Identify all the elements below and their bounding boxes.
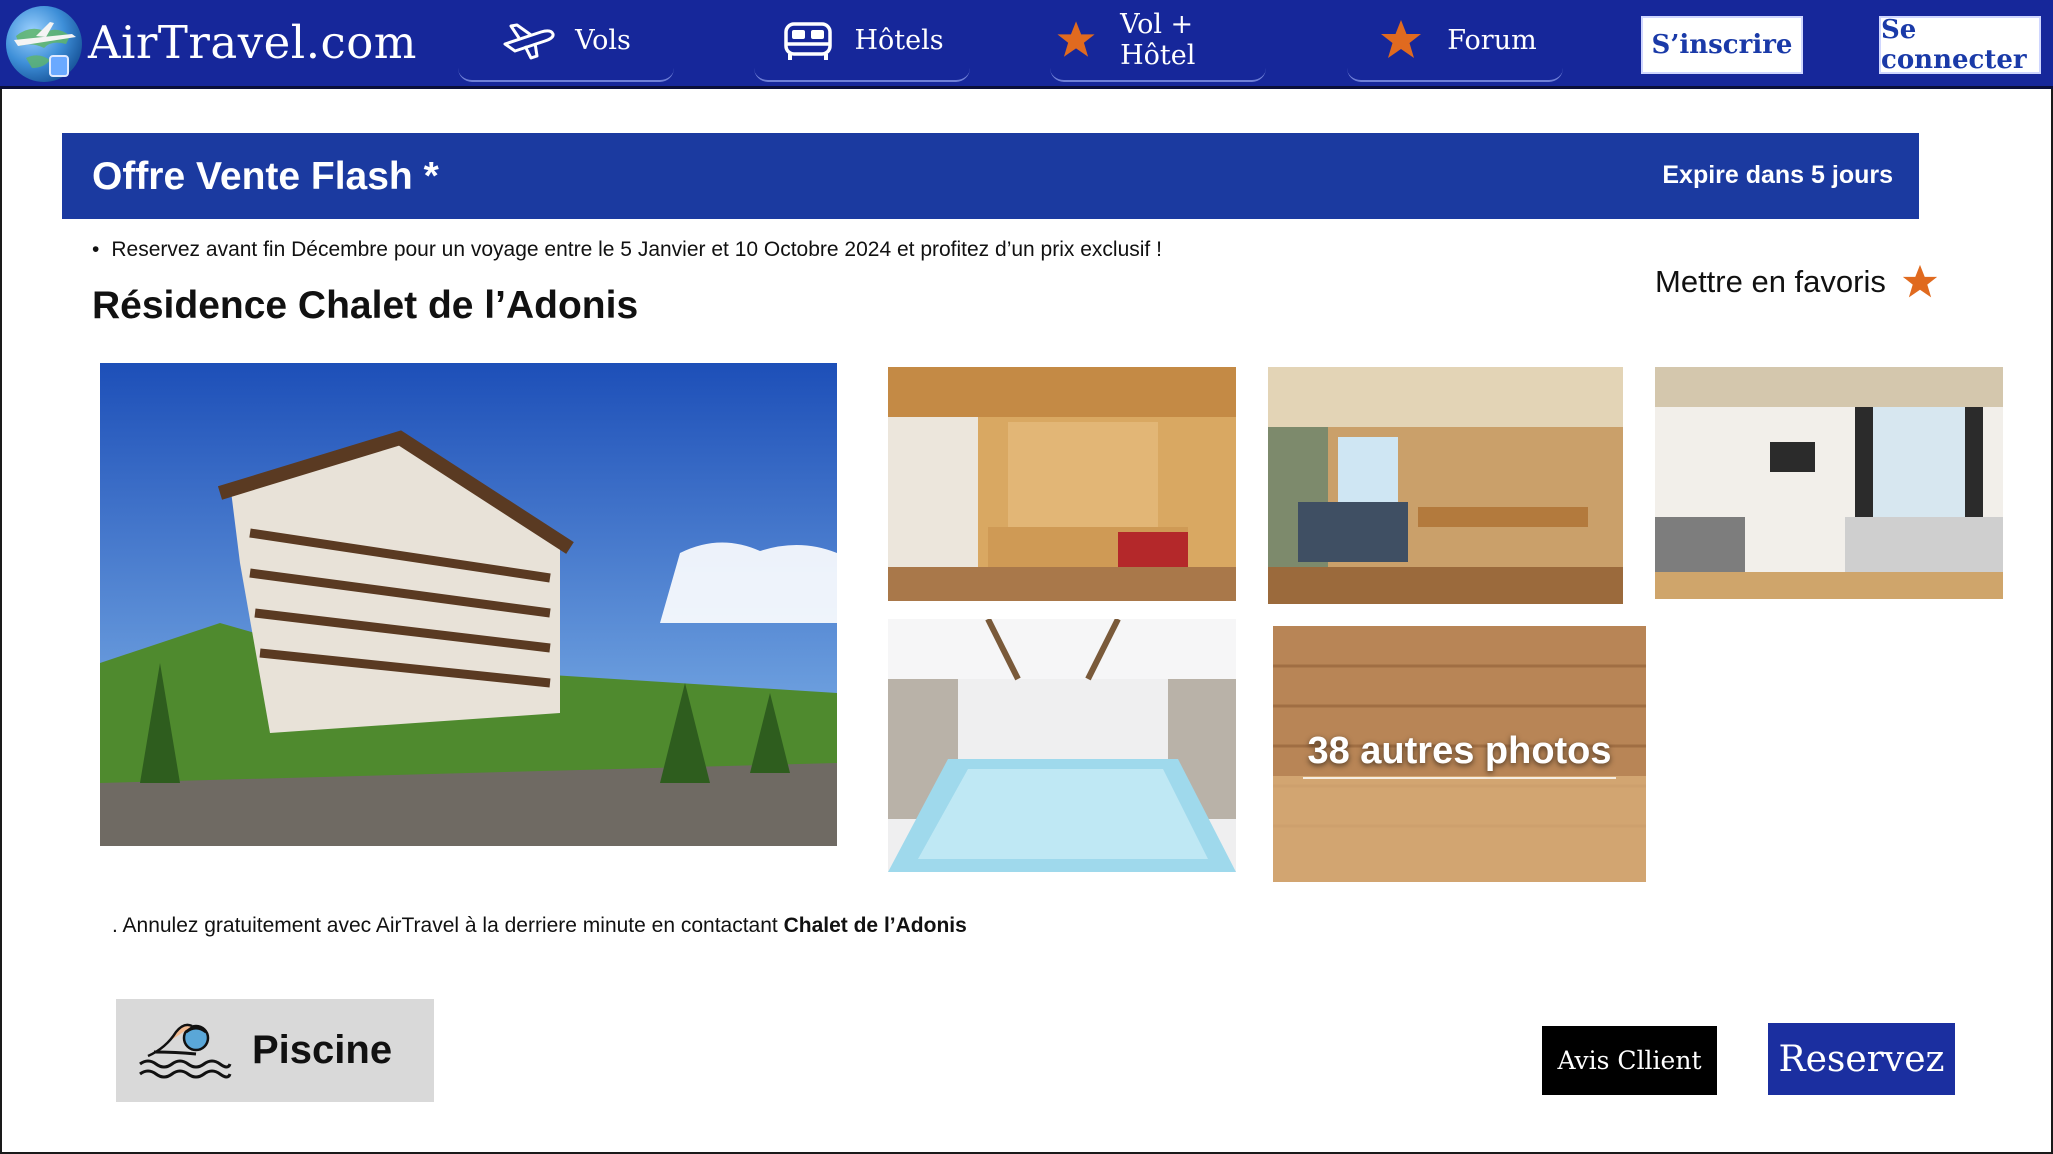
bed-icon	[784, 22, 833, 60]
cancellation-policy: . Annulez gratuitement avec AirTravel à …	[112, 914, 967, 938]
amenity-label: Piscine	[252, 1028, 393, 1072]
star-icon	[1057, 21, 1095, 57]
favorite-button[interactable]: Mettre en favoris	[1655, 260, 1944, 304]
expiry-notice: Expire dans 5 jours	[1662, 161, 1893, 189]
star-icon	[1381, 20, 1422, 58]
swimmer-icon	[139, 1023, 232, 1078]
nav-tab-label: Vols	[575, 24, 631, 56]
more-photos-label: 38 autres photos	[1303, 730, 1616, 779]
more-photos-overlay[interactable]: 38 autres photos	[1273, 626, 1646, 882]
photo-lounge[interactable]	[1655, 367, 2003, 599]
photo-more-sauna[interactable]: 38 autres photos	[1273, 626, 1646, 882]
photo-living-room[interactable]	[1268, 367, 1623, 604]
nav-tab-label: Forum	[1447, 24, 1537, 56]
top-navigation-bar: AirTravel.com Vols Hôtels Vol + Hôtel Fo…	[0, 0, 2053, 89]
main-photo-exterior[interactable]	[100, 363, 837, 846]
cancellation-text: . Annulez gratuitement avec AirTravel à …	[112, 914, 784, 937]
offer-conditions: Reservez avant fin Décembre pour un voya…	[92, 238, 1162, 262]
nav-tab-hotels[interactable]: Hôtels	[754, 0, 970, 82]
amenity-pool[interactable]: Piscine	[116, 999, 434, 1102]
customer-reviews-button[interactable]: Avis Cllient	[1542, 1026, 1717, 1095]
nav-tab-vol-hotel[interactable]: Vol + Hôtel	[1050, 0, 1266, 82]
flash-offer-banner: Offre Vente Flash * Expire dans 5 jours	[62, 133, 1919, 219]
plane-icon	[503, 23, 555, 60]
favorite-label: Mettre en favoris	[1655, 264, 1886, 299]
nav-tab-vols[interactable]: Vols	[458, 0, 674, 82]
nav-tab-label: Hôtels	[854, 24, 944, 56]
login-button[interactable]: Se connecter	[1879, 15, 2041, 75]
signup-button[interactable]: S’inscrire	[1641, 16, 1803, 74]
nav-tab-forum[interactable]: Forum	[1347, 0, 1563, 82]
star-icon	[1902, 264, 1938, 298]
photo-reception[interactable]	[888, 367, 1236, 601]
nav-tab-label: Vol + Hôtel	[1120, 9, 1196, 71]
photo-pool[interactable]	[888, 619, 1236, 872]
cancellation-contact[interactable]: Chalet de l’Adonis	[784, 914, 967, 937]
globe-logo-icon[interactable]	[6, 6, 82, 82]
book-button[interactable]: Reservez	[1768, 1023, 1955, 1095]
brand-name[interactable]: AirTravel.com	[88, 16, 417, 69]
property-title: Résidence Chalet de l’Adonis	[92, 284, 639, 327]
flash-offer-title: Offre Vente Flash *	[92, 155, 439, 198]
